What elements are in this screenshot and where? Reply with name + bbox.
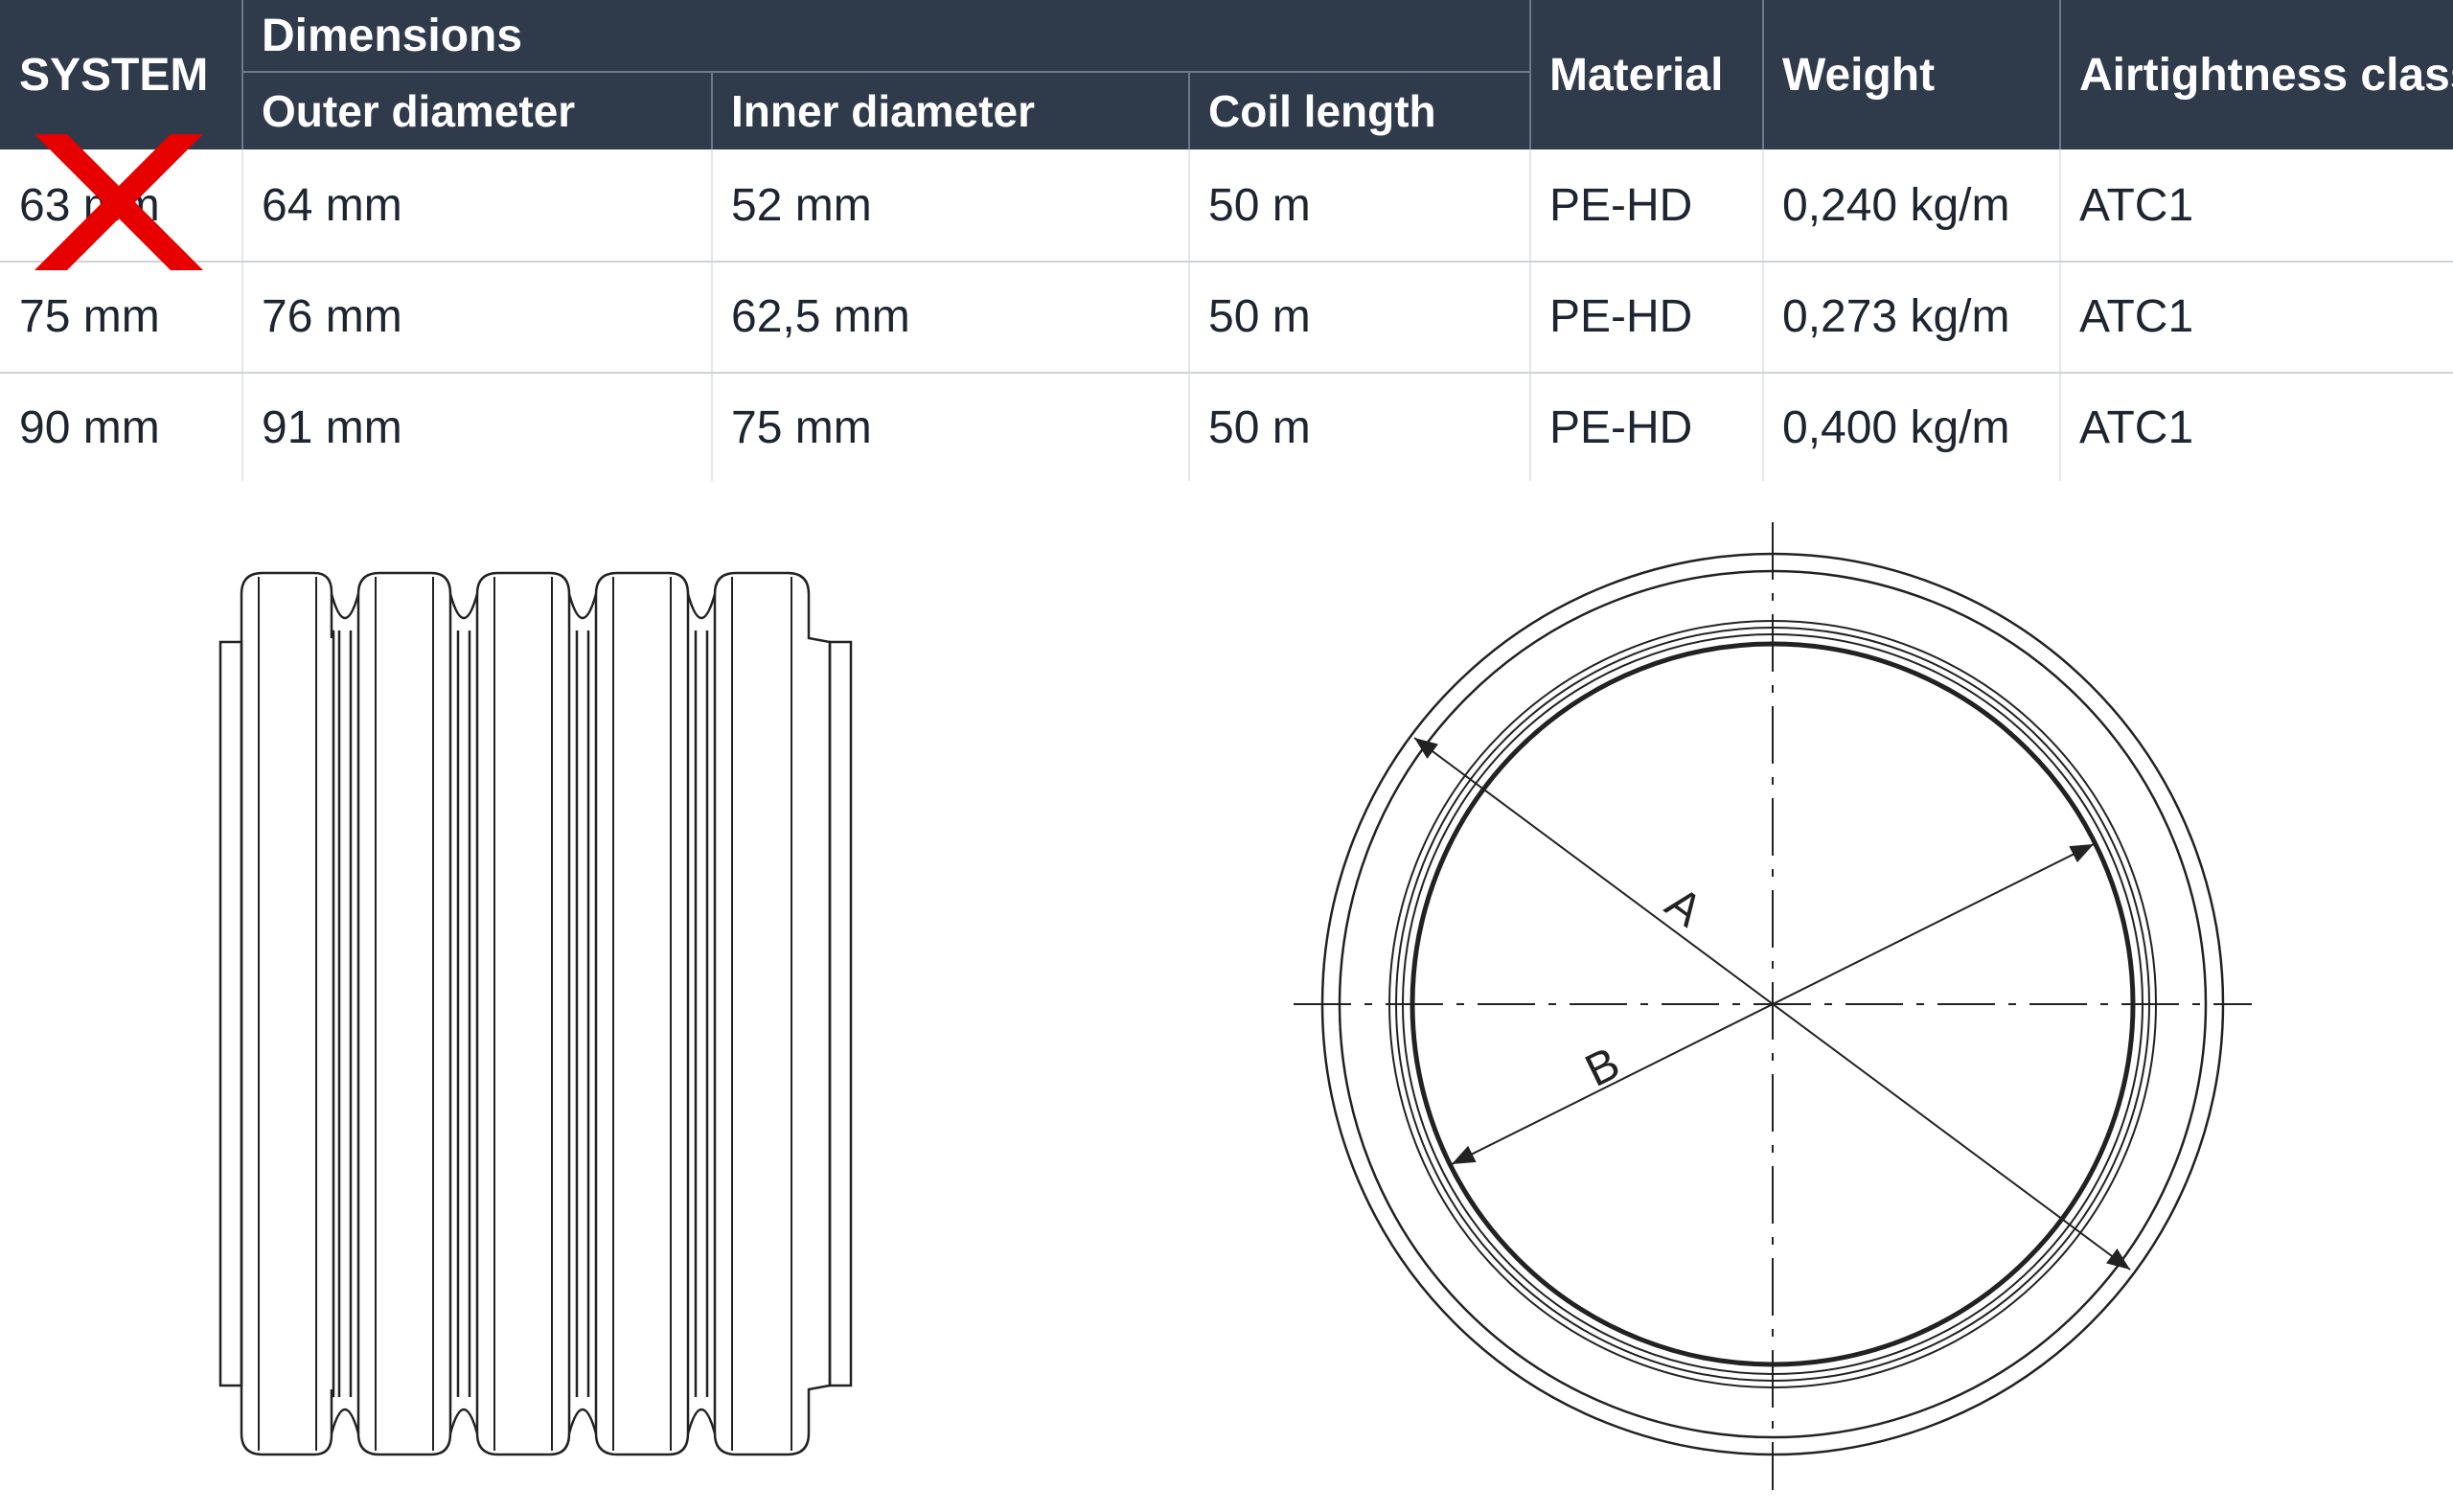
cell-inner-diameter: 52 mm bbox=[731, 179, 872, 231]
dimension-a-label: A bbox=[1657, 878, 1711, 937]
cell-weight: 0,400 kg/m bbox=[1782, 401, 2010, 453]
header-divider bbox=[2059, 0, 2061, 149]
cell-inner-diameter: 62,5 mm bbox=[731, 291, 910, 342]
cell-system: 63 mm bbox=[19, 179, 160, 231]
header-divider bbox=[711, 72, 713, 149]
header-weight: Weight bbox=[1763, 0, 2060, 149]
header-dimensions: Dimensions bbox=[242, 0, 1530, 72]
header-outer-diameter: Outer diameter bbox=[242, 72, 712, 149]
center-lines bbox=[1294, 522, 2252, 1490]
header-divider bbox=[1188, 72, 1190, 149]
cell-material: PE-HD bbox=[1549, 291, 1693, 342]
cell-material: PE-HD bbox=[1549, 401, 1693, 453]
header-divider bbox=[1762, 0, 1764, 149]
cell-coil-length: 50 m bbox=[1208, 401, 1311, 453]
cell-weight: 0,240 kg/m bbox=[1782, 179, 2010, 231]
cell-outer-diameter: 91 mm bbox=[262, 401, 402, 453]
cell-system: 75 mm bbox=[19, 291, 160, 342]
pipe-ribs bbox=[240, 571, 832, 1456]
product-spec-sheet: SYSTEM Dimensions Outer diameter Inner d… bbox=[0, 0, 2453, 1512]
cell-airtightness-class: ATC1 bbox=[2079, 179, 2194, 231]
cell-coil-length: 50 m bbox=[1208, 291, 1311, 342]
spec-table: SYSTEM Dimensions Outer diameter Inner d… bbox=[0, 0, 2453, 481]
cell-outer-diameter: 76 mm bbox=[262, 291, 402, 342]
cell-coil-length: 50 m bbox=[1208, 179, 1311, 231]
cell-weight: 0,273 kg/m bbox=[1782, 291, 2010, 342]
header-divider bbox=[241, 0, 243, 149]
cell-system: 90 mm bbox=[19, 401, 160, 453]
header-divider bbox=[1529, 0, 1531, 149]
cell-airtightness-class: ATC1 bbox=[2079, 401, 2194, 453]
header-divider bbox=[242, 71, 1530, 73]
dimension-b-label: B bbox=[1578, 1038, 1628, 1097]
cell-material: PE-HD bbox=[1549, 179, 1693, 231]
corrugated-pipe-side-view-icon bbox=[218, 571, 853, 1456]
header-inner-diameter: Inner diameter bbox=[712, 72, 1189, 149]
pipe-valleys bbox=[330, 593, 717, 1434]
header-airtightness-class: Airtightness class bbox=[2060, 0, 2453, 149]
pipe-cross-section-icon: A B bbox=[1294, 522, 2252, 1490]
cell-airtightness-class: ATC1 bbox=[2079, 291, 2194, 342]
header-system: SYSTEM bbox=[0, 0, 242, 149]
cell-inner-diameter: 75 mm bbox=[731, 401, 872, 453]
header-material: Material bbox=[1530, 0, 1763, 149]
header-coil-length: Coil length bbox=[1189, 72, 1530, 149]
cell-outer-diameter: 64 mm bbox=[262, 179, 402, 231]
